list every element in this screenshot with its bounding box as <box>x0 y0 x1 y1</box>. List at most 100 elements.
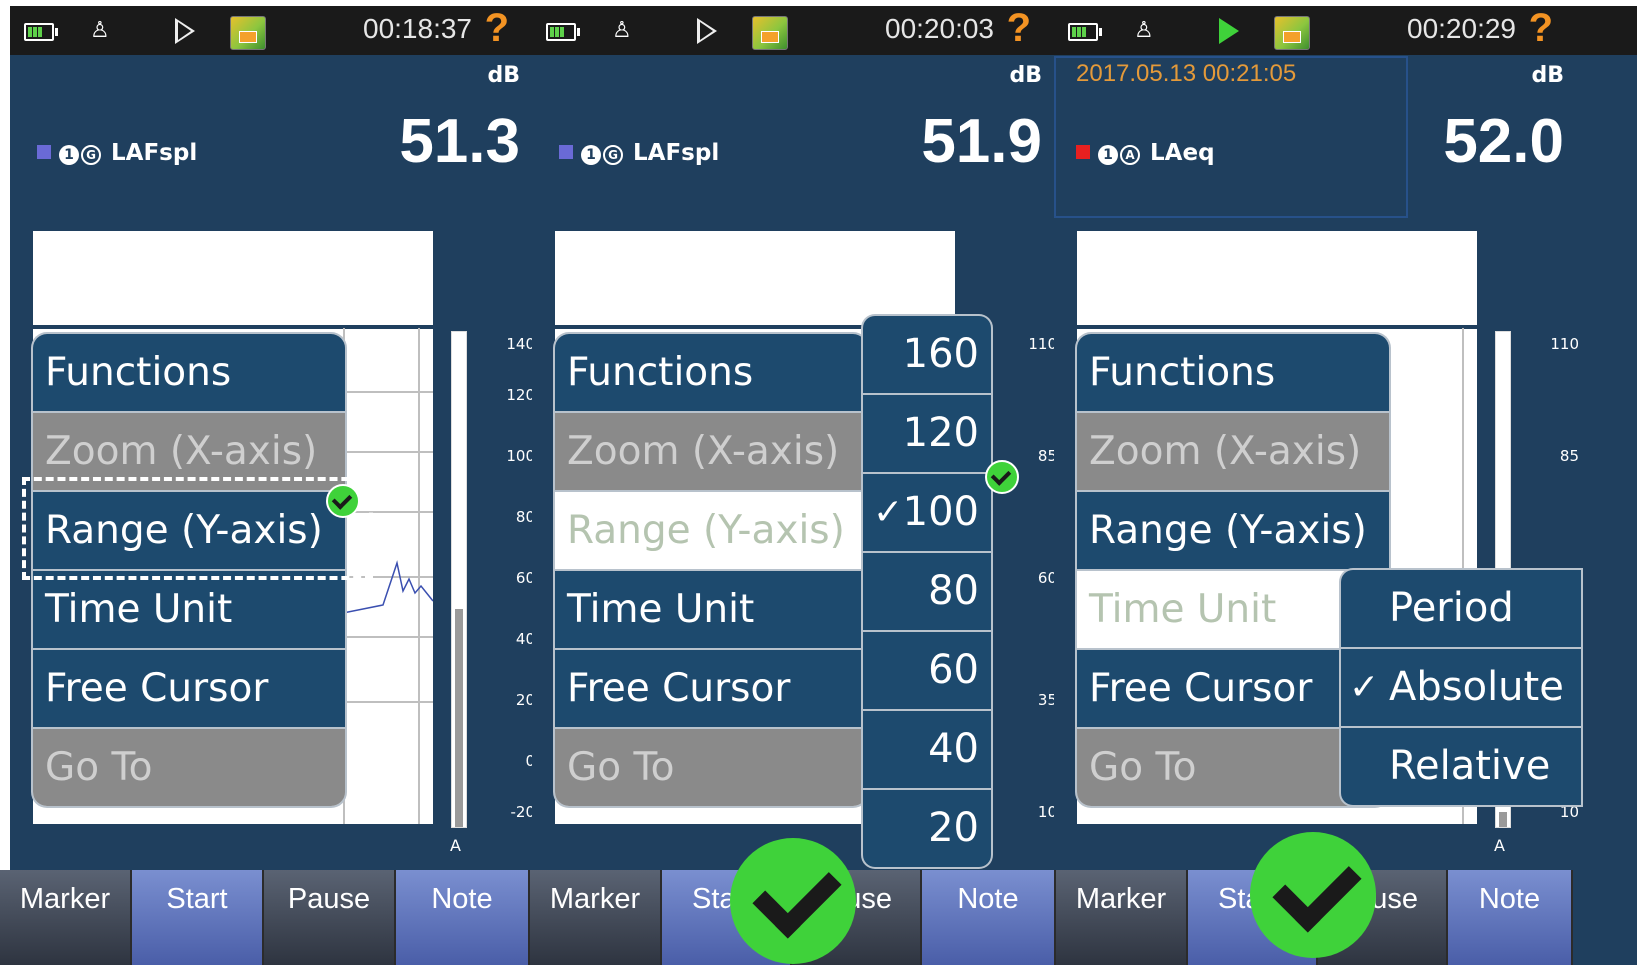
menu-item-free-cursor[interactable]: Free Cursor <box>555 650 867 729</box>
unit-label: dB <box>487 63 520 88</box>
softkey-note[interactable]: Note <box>1448 870 1573 965</box>
status-bar: ♙ 00:20:03 ? <box>532 6 1054 55</box>
clock: 00:18:37 <box>363 13 472 44</box>
app-icon[interactable] <box>1274 16 1310 50</box>
badge-1-icon: 1 <box>1098 145 1118 165</box>
menu-item-time-unit[interactable]: Time Unit <box>33 571 345 650</box>
level-value: 51.3 <box>399 107 520 176</box>
focus-highlight <box>22 477 373 580</box>
range-option-40[interactable]: 40 <box>863 711 991 790</box>
series-color-icon <box>37 145 51 159</box>
unit-label: dB <box>1531 63 1564 88</box>
battery-icon <box>24 23 58 41</box>
range-option-80[interactable]: 80 <box>863 553 991 632</box>
series-color-icon <box>559 145 573 159</box>
scale-tick: 80 <box>515 508 532 526</box>
series-color-icon <box>1076 145 1090 159</box>
range-option-60[interactable]: 60 <box>863 632 991 711</box>
measurement-label: 1A LAeq <box>1076 140 1215 166</box>
level-meter <box>451 331 467 828</box>
range-option-160[interactable]: 160 <box>863 316 991 395</box>
check-icon <box>326 484 360 518</box>
status-bar: ♙ 00:18:37 ? <box>10 6 532 55</box>
graph-divider <box>1077 325 1477 329</box>
checkmark-icon: ✓ <box>873 492 904 533</box>
time-unit-option-absolute[interactable]: ✓ Absolute <box>1341 649 1581 728</box>
unit-label: dB <box>1009 63 1042 88</box>
menu-item-free-cursor[interactable]: Free Cursor <box>33 650 345 729</box>
range-submenu: 160 120 ✓ 100 80 60 40 20 <box>863 316 991 867</box>
scale-tick: 140 <box>506 335 532 353</box>
menu-item-zoom-x[interactable]: Zoom (X-axis) <box>1077 413 1389 492</box>
softkey-start[interactable]: Start <box>132 870 264 965</box>
app-icon[interactable] <box>230 16 266 50</box>
scale-tick: 35 <box>1037 691 1054 709</box>
menu-item-zoom-x[interactable]: Zoom (X-axis) <box>555 413 867 492</box>
scale-tick: 40 <box>515 630 532 648</box>
scale-tick: 0 <box>525 752 532 770</box>
menu-item-time-unit[interactable]: Time Unit <box>555 571 867 650</box>
context-menu: Functions Zoom (X-axis) Range (Y-axis) T… <box>555 334 867 806</box>
scale-tick: -20 <box>510 803 533 821</box>
softkey-marker[interactable]: Marker <box>1056 870 1188 965</box>
microphone-icon: ♙ <box>90 18 110 43</box>
check-icon <box>985 460 1019 494</box>
scale-tick: 110 <box>1550 335 1579 353</box>
menu-item-functions[interactable]: Functions <box>33 334 345 413</box>
badge-a-icon: A <box>1120 145 1140 165</box>
help-icon[interactable]: ? <box>1529 6 1553 51</box>
range-option-20[interactable]: 20 <box>863 790 991 867</box>
range-option-120[interactable]: 120 <box>863 395 991 474</box>
play-icon[interactable] <box>175 18 195 44</box>
clock: 00:20:29 <box>1407 13 1516 44</box>
badge-g-icon: G <box>603 145 623 165</box>
screen-panel-3: ♙ 00:20:29 ? 2017.05.13 00:21:05 dB 1A L… <box>1054 6 1637 965</box>
screen-panel-1: ♙ 00:18:37 ? dB 1G LAFspl 51.3 A 140 1 20… <box>10 6 532 965</box>
menu-item-go-to[interactable]: Go To <box>555 729 867 806</box>
help-icon[interactable]: ? <box>1007 6 1031 51</box>
softkey-pause[interactable]: Pause <box>264 870 396 965</box>
scale-tick: 85 <box>1037 447 1054 465</box>
range-option-label: 100 <box>902 489 979 535</box>
scale-tick: 20 <box>515 691 532 709</box>
menu-item-range-y[interactable]: Range (Y-axis) <box>555 492 867 571</box>
battery-icon <box>546 23 580 41</box>
checkmark-icon: ✓ <box>1349 667 1380 708</box>
battery-icon <box>1068 23 1102 41</box>
play-icon[interactable] <box>697 18 717 44</box>
measurement-name: LAeq <box>1150 140 1215 166</box>
level-value: 51.9 <box>921 107 1042 176</box>
menu-item-functions[interactable]: Functions <box>1077 334 1389 413</box>
status-bar: ♙ 00:20:29 ? <box>1054 6 1637 55</box>
confirm-check-icon <box>1250 832 1376 958</box>
scale-tick: 60 <box>515 569 532 587</box>
time-unit-option-period[interactable]: Period <box>1341 570 1581 649</box>
microphone-icon: ♙ <box>1134 18 1154 43</box>
datetime-label: 2017.05.13 00:21:05 <box>1076 60 1297 87</box>
app-icon[interactable] <box>752 16 788 50</box>
range-option-100[interactable]: ✓ 100 <box>863 474 991 553</box>
menu-item-range-y[interactable]: Range (Y-axis) <box>1077 492 1389 571</box>
scale-tick: 10 <box>1559 803 1579 821</box>
badge-1-icon: 1 <box>59 145 79 165</box>
scale-tick: 60 <box>1037 569 1054 587</box>
badge-1-icon: 1 <box>581 145 601 165</box>
measurement-name: LAFspl <box>633 140 720 166</box>
softkey-marker[interactable]: Marker <box>0 870 132 965</box>
softkey-note[interactable]: Note <box>396 870 530 965</box>
meter-weighting-label: A <box>1494 836 1505 855</box>
softkey-note[interactable]: Note <box>922 870 1056 965</box>
microphone-icon: ♙ <box>612 18 632 43</box>
time-unit-option-relative[interactable]: Relative <box>1341 728 1581 805</box>
measurement-label: 1G LAFspl <box>37 140 197 166</box>
menu-item-go-to[interactable]: Go To <box>33 729 345 806</box>
graph-divider <box>33 325 433 329</box>
meter-weighting-label: A <box>450 836 461 855</box>
play-icon[interactable] <box>1219 18 1239 44</box>
scale-tick: 110 <box>1028 335 1054 353</box>
scale-tick: 100 <box>506 447 532 465</box>
help-icon[interactable]: ? <box>485 6 509 51</box>
menu-item-functions[interactable]: Functions <box>555 334 867 413</box>
level-value: 52.0 <box>1443 107 1564 176</box>
softkey-marker[interactable]: Marker <box>530 870 662 965</box>
